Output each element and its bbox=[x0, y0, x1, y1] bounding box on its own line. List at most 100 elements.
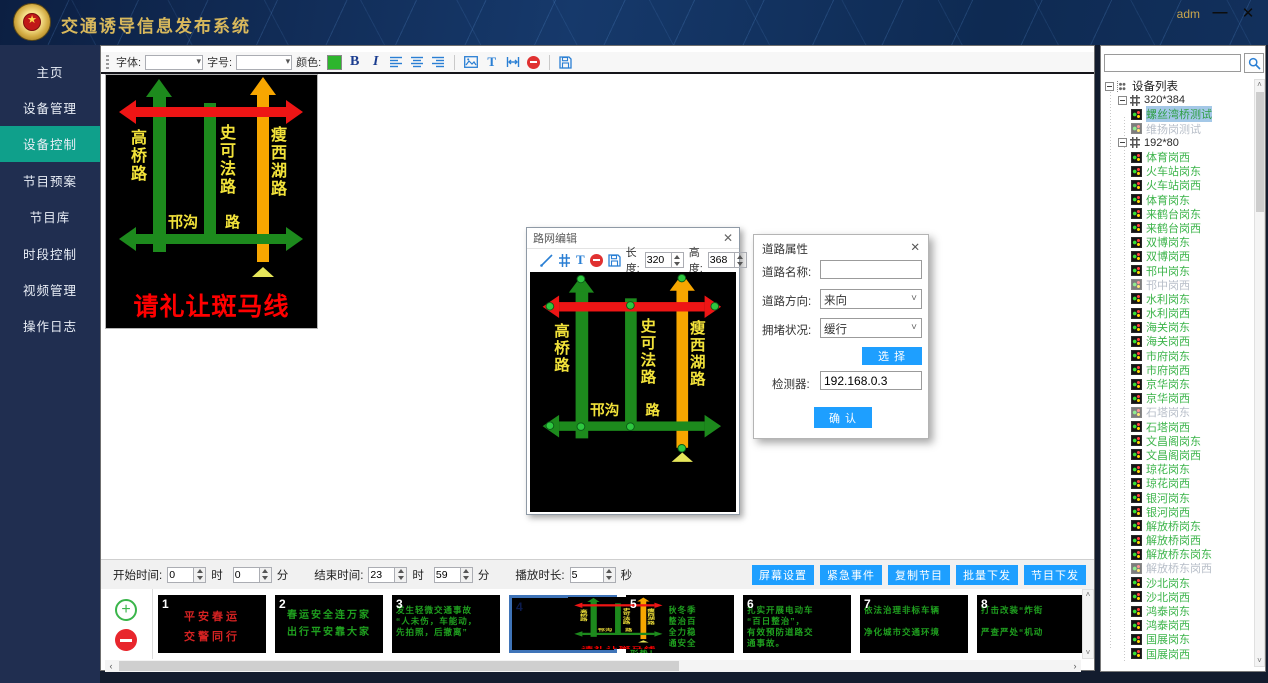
sidebar-item[interactable]: 设备管理 bbox=[0, 89, 100, 125]
add-program-button[interactable]: + bbox=[115, 599, 137, 621]
start-minute-input[interactable] bbox=[233, 567, 260, 583]
device-tree-item[interactable]: 鸿泰岗东 bbox=[1103, 604, 1255, 618]
edit-handle[interactable] bbox=[577, 275, 586, 283]
confirm-button[interactable]: 确 认 bbox=[814, 407, 872, 428]
device-tree-item[interactable]: 文昌阁岗西 bbox=[1103, 448, 1255, 462]
device-search-input[interactable] bbox=[1104, 54, 1241, 72]
sidebar-item[interactable]: 节目预案 bbox=[0, 162, 100, 198]
tree-expander-icon[interactable] bbox=[1118, 138, 1127, 147]
scroll-left-icon[interactable]: ‹ bbox=[105, 660, 117, 672]
dialog-close-icon[interactable]: ✕ bbox=[723, 232, 733, 244]
scrollbar-thumb[interactable] bbox=[1256, 92, 1264, 212]
device-tree-item[interactable]: 石塔岗东 bbox=[1103, 405, 1255, 419]
tree-vertical-scrollbar[interactable]: ˄ ˅ bbox=[1254, 79, 1265, 667]
end-hour-input[interactable] bbox=[368, 567, 395, 583]
device-tree-item[interactable]: 文昌阁岗东 bbox=[1103, 434, 1255, 448]
align-center-icon[interactable] bbox=[409, 54, 426, 71]
scroll-down-icon[interactable]: ˅ bbox=[1083, 648, 1093, 658]
bold-button[interactable]: B bbox=[346, 54, 363, 71]
device-tree-item[interactable]: 解放桥东岗东 bbox=[1103, 547, 1255, 561]
device-tree-item[interactable]: 双博岗西 bbox=[1103, 249, 1255, 263]
road-tool-icon[interactable] bbox=[558, 252, 571, 269]
tree-expander-icon[interactable] bbox=[1105, 82, 1114, 91]
duration-input[interactable] bbox=[570, 567, 604, 583]
scroll-right-icon[interactable]: › bbox=[1069, 660, 1081, 672]
start-hour-input[interactable] bbox=[167, 567, 194, 583]
action-button[interactable]: 批量下发 bbox=[956, 565, 1018, 585]
insert-image-icon[interactable] bbox=[462, 54, 479, 71]
device-tree-item[interactable]: 192*80 bbox=[1103, 136, 1255, 150]
scrollbar-thumb[interactable] bbox=[119, 661, 679, 671]
start-hour-spinner[interactable] bbox=[194, 567, 206, 583]
device-tree-item[interactable]: 沙北岗西 bbox=[1103, 590, 1255, 604]
device-tree-item[interactable]: 解放桥东岗西 bbox=[1103, 561, 1255, 575]
font-size-select[interactable] bbox=[236, 55, 292, 70]
sidebar-item[interactable]: 视频管理 bbox=[0, 271, 100, 307]
sidebar-item[interactable]: 节目库 bbox=[0, 199, 100, 235]
road-direction-select[interactable]: 来向 bbox=[820, 289, 922, 309]
duration-spinner[interactable] bbox=[604, 567, 616, 583]
save-icon[interactable] bbox=[557, 54, 574, 71]
edit-handle[interactable] bbox=[677, 444, 686, 452]
device-tree-item[interactable]: 银河岗东 bbox=[1103, 490, 1255, 504]
device-tree-item[interactable]: 设备列表 bbox=[1103, 79, 1255, 93]
sidebar-item[interactable]: 主页 bbox=[0, 53, 100, 89]
device-tree-item[interactable]: 市府岗东 bbox=[1103, 349, 1255, 363]
edit-handle[interactable] bbox=[546, 421, 555, 429]
select-button[interactable]: 选 择 bbox=[862, 347, 922, 365]
device-tree-item[interactable]: 国展岗西 bbox=[1103, 647, 1255, 661]
program-thumbnail[interactable]: 1 平安春运 交警同行 bbox=[158, 595, 266, 653]
length-input[interactable] bbox=[645, 252, 672, 268]
edit-handle[interactable] bbox=[626, 301, 635, 309]
close-button[interactable]: ✕ bbox=[1238, 4, 1258, 22]
road-name-input[interactable] bbox=[820, 260, 922, 279]
device-tree-item[interactable]: 京华岗西 bbox=[1103, 391, 1255, 405]
edit-handle[interactable] bbox=[710, 302, 719, 310]
height-spinner[interactable] bbox=[735, 252, 747, 268]
scroll-down-icon[interactable]: ˅ bbox=[1255, 656, 1264, 666]
device-tree-item[interactable]: 双博岗东 bbox=[1103, 235, 1255, 249]
device-tree-item[interactable]: 市府岗西 bbox=[1103, 363, 1255, 377]
device-tree-item[interactable]: 银河岗西 bbox=[1103, 505, 1255, 519]
align-left-icon[interactable] bbox=[388, 54, 405, 71]
detector-input[interactable] bbox=[820, 371, 922, 390]
italic-button[interactable]: I bbox=[367, 54, 384, 71]
sidebar-item[interactable]: 设备控制 bbox=[0, 126, 100, 162]
device-tree-item[interactable]: 火车站岗东 bbox=[1103, 164, 1255, 178]
edit-handle[interactable] bbox=[677, 274, 686, 282]
device-tree-item[interactable]: 石塔岗西 bbox=[1103, 420, 1255, 434]
end-minute-input[interactable] bbox=[434, 567, 461, 583]
action-button[interactable]: 节目下发 bbox=[1024, 565, 1086, 585]
remove-program-button[interactable] bbox=[115, 629, 137, 651]
start-minute-spinner[interactable] bbox=[260, 567, 272, 583]
fit-size-icon[interactable] bbox=[504, 54, 521, 71]
edit-handle[interactable] bbox=[626, 422, 635, 430]
program-thumbnail[interactable]: 6 扎实开展电动车 “百日整治”， 有效预防道路交 通事故。 bbox=[743, 595, 851, 653]
action-button[interactable]: 复制节目 bbox=[888, 565, 950, 585]
roadnet-editor-canvas[interactable]: 高桥路 史可法路 瘦西湖路 邗沟 路 请礼让斑马线 bbox=[530, 272, 736, 512]
scroll-up-icon[interactable]: ˄ bbox=[1255, 80, 1264, 90]
device-tree-item[interactable]: 琼花岗西 bbox=[1103, 476, 1255, 490]
device-tree-item[interactable]: 螺丝湾桥测试 bbox=[1103, 107, 1255, 121]
congestion-select[interactable]: 缓行 bbox=[820, 318, 922, 338]
device-tree-item[interactable]: 邗中岗东 bbox=[1103, 263, 1255, 277]
device-tree-item[interactable]: 体育岗东 bbox=[1103, 193, 1255, 207]
tree-expander-icon[interactable] bbox=[1118, 96, 1127, 105]
led-screen-preview[interactable]: 高桥路 史可法路 瘦西湖路 邗沟 路 请礼让斑马线 bbox=[105, 74, 318, 329]
action-button[interactable]: 屏幕设置 bbox=[752, 565, 814, 585]
text-tool-button[interactable]: T bbox=[483, 54, 500, 71]
device-tree-item[interactable]: 京华岗东 bbox=[1103, 377, 1255, 391]
end-minute-spinner[interactable] bbox=[461, 567, 473, 583]
end-hour-spinner[interactable] bbox=[395, 567, 407, 583]
sidebar-item[interactable]: 操作日志 bbox=[0, 308, 100, 344]
device-tree-item[interactable]: 水利岗西 bbox=[1103, 306, 1255, 320]
device-tree-item[interactable]: 琼花岗东 bbox=[1103, 462, 1255, 476]
edit-handle[interactable] bbox=[577, 422, 586, 430]
program-thumbnail[interactable]: 7 依法治理非标车辆 净化城市交通环境 bbox=[860, 595, 968, 653]
device-tree-item[interactable]: 维扬岗测试 bbox=[1103, 122, 1255, 136]
search-button[interactable] bbox=[1244, 53, 1264, 73]
device-tree-item[interactable]: 国展岗东 bbox=[1103, 632, 1255, 646]
device-tree-item[interactable]: 解放桥岗西 bbox=[1103, 533, 1255, 547]
device-tree-item[interactable]: 来鹤台岗西 bbox=[1103, 221, 1255, 235]
action-button[interactable]: 紧急事件 bbox=[820, 565, 882, 585]
